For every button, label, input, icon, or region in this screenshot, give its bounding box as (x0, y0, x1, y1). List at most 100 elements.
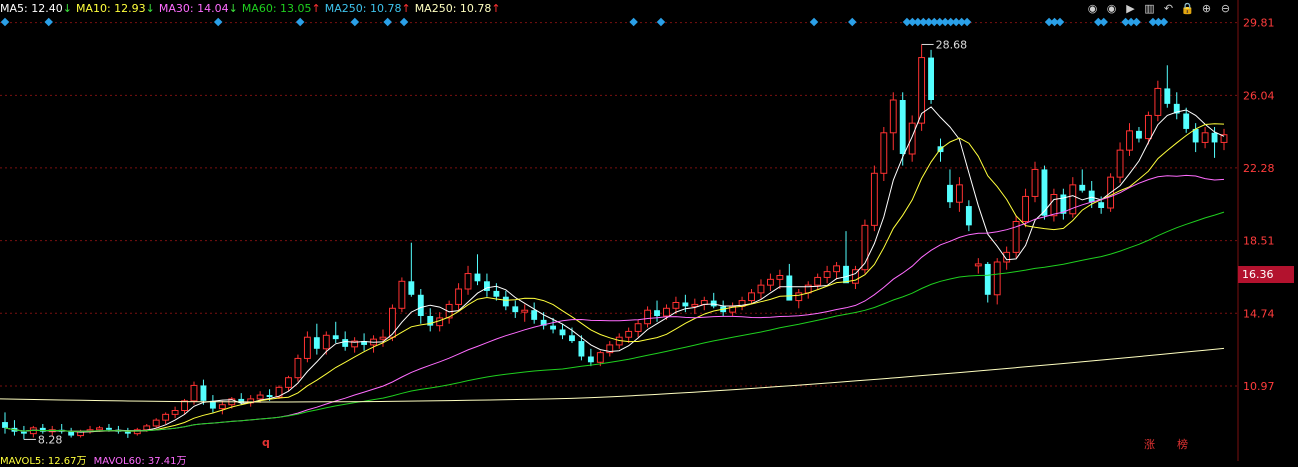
candle[interactable] (738, 296, 746, 311)
candle[interactable] (200, 379, 207, 405)
candle[interactable] (171, 406, 179, 419)
candle[interactable] (86, 425, 94, 434)
candle[interactable] (68, 427, 75, 438)
eye-icon[interactable]: ◉ (1103, 1, 1120, 16)
play-icon[interactable]: ▶ (1122, 1, 1139, 16)
candle[interactable] (464, 265, 472, 295)
zhang-tag[interactable]: 涨 (1144, 436, 1155, 452)
candle[interactable] (531, 302, 538, 324)
candle[interactable] (710, 292, 717, 309)
undo-icon[interactable]: ↶ (1160, 1, 1177, 16)
candle[interactable] (455, 283, 463, 311)
candle[interactable] (889, 92, 897, 151)
chart-toolbar: ◉ ◉ ▶ ▥ ↶ 🔒 ⊕ ⊖ (1084, 1, 1234, 17)
candle[interactable] (908, 115, 916, 162)
candle[interactable] (1126, 123, 1133, 156)
candle[interactable] (379, 329, 387, 347)
candle[interactable] (644, 306, 652, 328)
candle[interactable] (39, 424, 46, 434)
candle[interactable] (852, 265, 859, 289)
candle[interactable] (937, 138, 944, 162)
candle[interactable] (29, 425, 37, 438)
candle[interactable] (133, 427, 141, 436)
candle[interactable] (870, 165, 878, 232)
candle[interactable] (20, 425, 27, 440)
candle[interactable] (965, 200, 972, 232)
candle[interactable] (474, 254, 481, 286)
candle[interactable] (11, 420, 18, 436)
candle[interactable] (700, 296, 708, 311)
candle[interactable] (1154, 80, 1162, 122)
candle[interactable] (436, 312, 444, 332)
candle[interactable] (427, 308, 434, 332)
candle[interactable] (625, 327, 633, 343)
candle[interactable] (398, 277, 406, 313)
candle[interactable] (804, 281, 812, 299)
candle[interactable] (1069, 177, 1077, 218)
candle[interactable] (1116, 142, 1124, 183)
candles[interactable] (2, 44, 1228, 440)
candle[interactable] (370, 335, 377, 353)
candle[interactable] (1173, 92, 1180, 120)
candle[interactable] (1031, 161, 1039, 203)
candle[interactable] (1012, 215, 1020, 259)
candle[interactable] (786, 263, 793, 301)
candle[interactable] (587, 348, 594, 367)
price-axis-ticks: 29.81 26.04 22.28 18.51 14.74 10.97 (1243, 17, 1275, 393)
candle[interactable] (1164, 65, 1171, 108)
kline-chart[interactable]: 29.81 26.04 22.28 18.51 14.74 10.97 28.68 8.2… (0, 0, 1298, 461)
candle[interactable] (984, 262, 991, 303)
candle[interactable] (729, 302, 737, 317)
candle[interactable] (993, 258, 1001, 305)
lock-icon[interactable]: 🔒 (1179, 1, 1196, 16)
candle[interactable] (795, 289, 803, 309)
candle[interactable] (1136, 127, 1142, 143)
candle[interactable] (833, 262, 840, 280)
bars-icon[interactable]: ▥ (1141, 1, 1158, 16)
candle[interactable] (634, 319, 642, 338)
candle[interactable] (58, 424, 65, 434)
candle[interactable] (162, 412, 170, 424)
candle[interactable] (484, 273, 490, 297)
candle[interactable] (2, 412, 8, 434)
candle[interactable] (1201, 127, 1209, 149)
candle[interactable] (313, 323, 320, 355)
candle[interactable] (1003, 246, 1011, 270)
candle[interactable] (1050, 188, 1058, 222)
candle[interactable] (947, 169, 953, 208)
candle[interactable] (218, 400, 226, 415)
candle[interactable] (823, 265, 831, 284)
candle[interactable] (748, 289, 755, 305)
candle[interactable] (351, 337, 359, 353)
candle[interactable] (1022, 188, 1029, 228)
candle[interactable] (654, 300, 660, 322)
candle[interactable] (843, 231, 849, 284)
candle[interactable] (332, 321, 339, 343)
candle[interactable] (1079, 169, 1086, 193)
candle[interactable] (757, 279, 765, 299)
plus-icon[interactable]: ⊕ (1198, 1, 1215, 16)
candle[interactable] (417, 289, 424, 324)
candle[interactable] (247, 395, 255, 407)
candle[interactable] (1220, 128, 1228, 151)
candle[interactable] (880, 127, 888, 181)
candle[interactable] (408, 242, 415, 297)
bang-tag[interactable]: 榜 (1177, 436, 1188, 452)
candle[interactable] (294, 354, 302, 382)
eye-icon[interactable]: ◉ (1084, 1, 1101, 16)
candle[interactable] (776, 269, 784, 289)
candle[interactable] (928, 49, 934, 104)
candle[interactable] (124, 427, 131, 438)
candle[interactable] (152, 418, 160, 428)
minus-icon[interactable]: ⊖ (1217, 1, 1234, 16)
candle[interactable] (512, 300, 519, 318)
candle[interactable] (955, 177, 963, 212)
candle[interactable] (209, 395, 216, 413)
candle[interactable] (974, 258, 982, 274)
candle[interactable] (1060, 188, 1067, 220)
candle[interactable] (766, 273, 774, 291)
q-marker[interactable]: q (262, 436, 270, 449)
candle[interactable] (606, 341, 614, 357)
candle[interactable] (303, 331, 311, 363)
candle[interactable] (899, 92, 906, 166)
